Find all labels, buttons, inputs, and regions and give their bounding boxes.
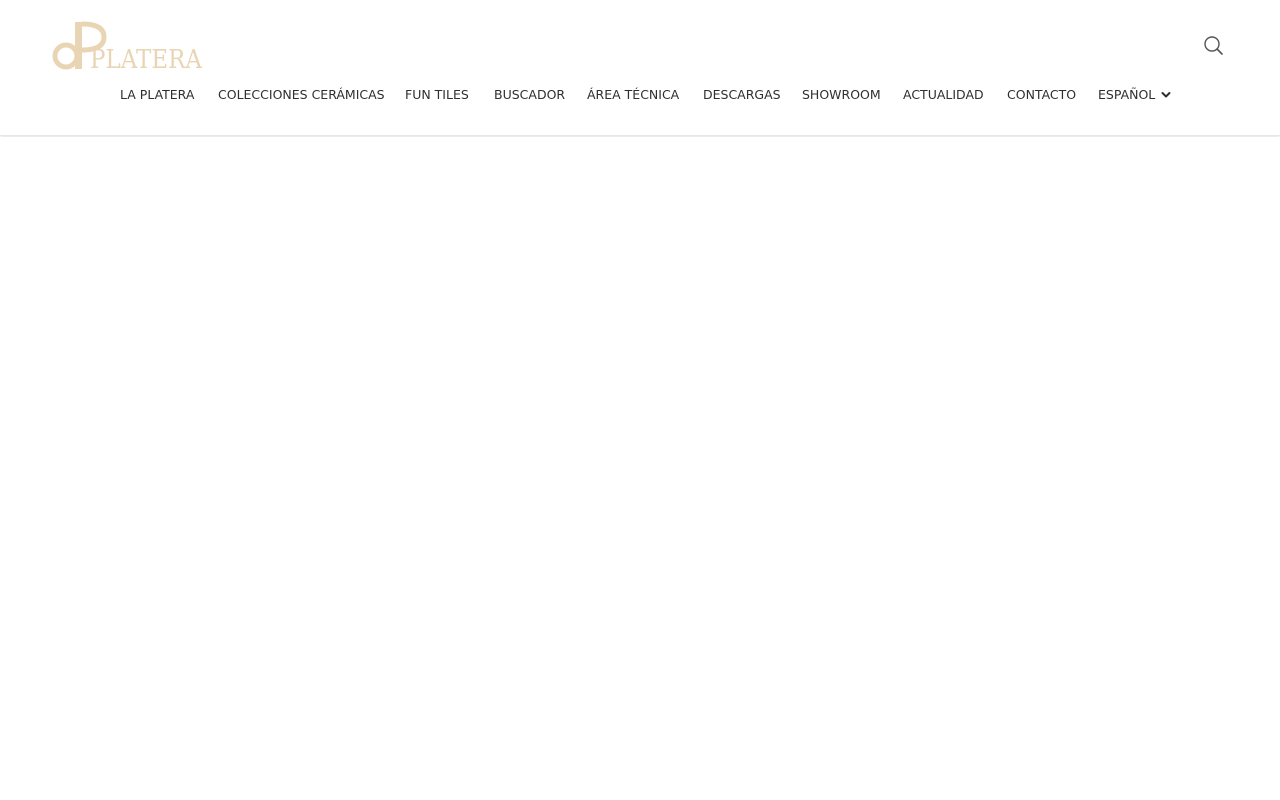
nav-item-la-platera[interactable]: LA PLATERA: [120, 84, 194, 106]
language-selector[interactable]: ESPAÑOL: [1098, 84, 1155, 106]
chevron-down-icon[interactable]: [1161, 90, 1171, 100]
page-content: [0, 137, 1280, 800]
nav-item-descargas[interactable]: DESCARGAS: [703, 84, 781, 106]
nav-item-fun-tiles[interactable]: FUN TILES: [405, 84, 469, 106]
nav-item-showroom[interactable]: SHOWROOM: [802, 84, 881, 106]
logo[interactable]: PLATERA: [52, 18, 212, 74]
nav-item-buscador[interactable]: BUSCADOR: [494, 84, 565, 106]
main-nav: LA PLATERA COLECCIONES CERÁMICAS FUN TIL…: [0, 84, 1280, 106]
nav-item-contacto[interactable]: CONTACTO: [1007, 84, 1076, 106]
logo-mark-icon: PLATERA: [52, 21, 203, 74]
search-icon: [1204, 36, 1223, 55]
search-button[interactable]: [1202, 34, 1226, 58]
nav-item-colecciones-ceramicas[interactable]: COLECCIONES CERÁMICAS: [218, 84, 385, 106]
nav-item-actualidad[interactable]: ACTUALIDAD: [903, 84, 984, 106]
nav-item-area-tecnica[interactable]: ÁREA TÉCNICA: [587, 84, 679, 106]
logo-text: PLATERA: [90, 45, 203, 74]
site-header: PLATERA LA PLATERA COLECCIONES CERÁMICAS…: [0, 0, 1280, 136]
